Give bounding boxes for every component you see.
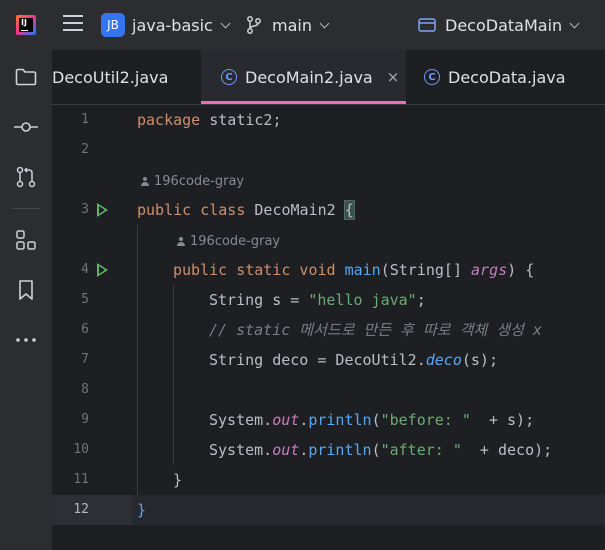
author-hint[interactable]: 196code-gray: [140, 167, 244, 197]
code-text: System.: [209, 441, 273, 459]
code-line: 2: [52, 135, 605, 165]
code-editor[interactable]: 1 package static2; 2 196code-gray 3 publ…: [52, 105, 605, 550]
class-icon: C: [424, 69, 440, 85]
code-line: 12 }: [52, 495, 605, 525]
author-name: 196code-gray: [190, 234, 281, 249]
param-name: args: [471, 261, 508, 279]
chevron-down-icon: [569, 18, 580, 28]
line-number: 10: [73, 442, 89, 457]
line-number: 8: [81, 382, 89, 397]
method-call: println: [308, 441, 372, 459]
code-text: .: [299, 411, 309, 429]
code-line: 5 String s = "hello java";: [52, 285, 605, 315]
static-field: out: [272, 441, 300, 459]
class-name: DecoMain2: [245, 201, 345, 219]
run-icon[interactable]: [97, 203, 108, 217]
class-icon: C: [221, 69, 237, 85]
bookmarks-icon[interactable]: [14, 278, 38, 302]
keyword: public static void: [173, 261, 336, 279]
method-call: println: [308, 411, 372, 429]
project-folder-icon[interactable]: [14, 65, 38, 89]
code-text: String s =: [209, 291, 309, 309]
code-text: String deco = DecoUtil2.: [209, 351, 426, 369]
tab-label: DecoUtil2.java: [52, 67, 169, 87]
branch-name: main: [272, 15, 312, 35]
code-text: ) {: [507, 261, 535, 279]
code-line: 11 }: [52, 465, 605, 495]
code-line: 6 // static 메서드로 만든 후 따로 객체 생성 x: [52, 315, 605, 345]
tab-label: DecoMain2.java: [245, 67, 373, 87]
code-line: 1 package static2;: [52, 105, 605, 135]
more-tools-icon[interactable]: [14, 328, 38, 352]
tab-decomain2[interactable]: C DecoMain2.java ×: [201, 50, 406, 104]
line-number: 1: [81, 112, 89, 127]
title-bar: IJ JB java-basic main DecoDataMain: [0, 0, 605, 50]
string-literal: "before: ": [380, 411, 471, 429]
tab-decodata[interactable]: C DecoData.java: [424, 50, 566, 104]
close-icon[interactable]: ×: [387, 68, 400, 86]
static-field: out: [272, 411, 300, 429]
chevron-down-icon: [319, 18, 330, 28]
code-line: 7 String deco = DecoUtil2.deco(s);: [52, 345, 605, 375]
line-number: 2: [81, 142, 89, 157]
code-text: + deco);: [461, 441, 553, 459]
line-number: 5: [81, 292, 89, 307]
code-line: 8: [52, 375, 605, 405]
application-icon: [418, 18, 436, 32]
line-number: 7: [81, 352, 89, 367]
line-number: 12: [73, 502, 89, 517]
tab-label: DecoData.java: [448, 67, 566, 87]
line-number: 4: [81, 262, 89, 277]
project-name: java-basic: [132, 15, 213, 35]
code-line: 4 public static void main(String[] args)…: [52, 255, 605, 285]
tab-decoutil2[interactable]: DecoUtil2.java: [52, 50, 168, 104]
method-name: main: [344, 261, 381, 279]
method-call: deco: [425, 351, 462, 369]
pull-requests-icon[interactable]: [14, 165, 38, 189]
comment: // static 메서드로 만든 후 따로 객체 생성 x: [209, 321, 542, 339]
branch-selector[interactable]: main: [246, 0, 330, 50]
structure-icon[interactable]: [14, 228, 38, 252]
package-name: static2;: [200, 111, 282, 129]
code-text: (: [371, 411, 381, 429]
editor-tabs: DecoUtil2.java C DecoMain2.java × C Deco…: [52, 50, 605, 105]
author-name: 196code-gray: [154, 174, 245, 189]
line-number: 3: [81, 202, 89, 217]
code-line: 10 System.out.println("after: " + deco);: [52, 435, 605, 465]
code-line: 9 System.out.println("before: " + s);: [52, 405, 605, 435]
closing-brace: }: [173, 471, 183, 489]
code-line: 3 public class DecoMain2 {: [52, 195, 605, 225]
matched-brace: {: [343, 200, 355, 220]
code-text: System.: [209, 411, 273, 429]
keyword: public class: [137, 201, 246, 219]
code-text: ;: [416, 291, 426, 309]
run-config-selector[interactable]: DecoDataMain: [418, 0, 580, 50]
string-literal: "after: ": [380, 441, 462, 459]
code-text: (String[]: [380, 261, 472, 279]
git-branch-icon: [247, 16, 261, 34]
project-selector[interactable]: JB java-basic: [101, 0, 231, 50]
user-icon: [176, 237, 186, 247]
user-icon: [140, 177, 150, 187]
string-literal: "hello java": [308, 291, 417, 309]
code-text: .: [299, 441, 309, 459]
closing-brace: }: [137, 501, 147, 519]
run-config-name: DecoDataMain: [445, 15, 563, 35]
project-badge: JB: [101, 13, 125, 37]
commit-icon[interactable]: [14, 115, 38, 139]
tool-strip-divider: [12, 208, 40, 209]
code-text: (s);: [461, 351, 498, 369]
line-number: 9: [81, 412, 89, 427]
line-number: 6: [81, 322, 89, 337]
main-menu-icon[interactable]: [63, 15, 83, 33]
code-text: + s);: [470, 411, 535, 429]
chevron-down-icon: [220, 18, 231, 28]
run-icon[interactable]: [97, 263, 108, 277]
line-number: 11: [73, 472, 89, 487]
tool-window-strip: [0, 50, 53, 550]
keyword: package: [137, 111, 201, 129]
intellij-logo-icon[interactable]: IJ: [16, 15, 36, 35]
code-text: (: [371, 441, 381, 459]
author-hint[interactable]: 196code-gray: [176, 227, 280, 257]
